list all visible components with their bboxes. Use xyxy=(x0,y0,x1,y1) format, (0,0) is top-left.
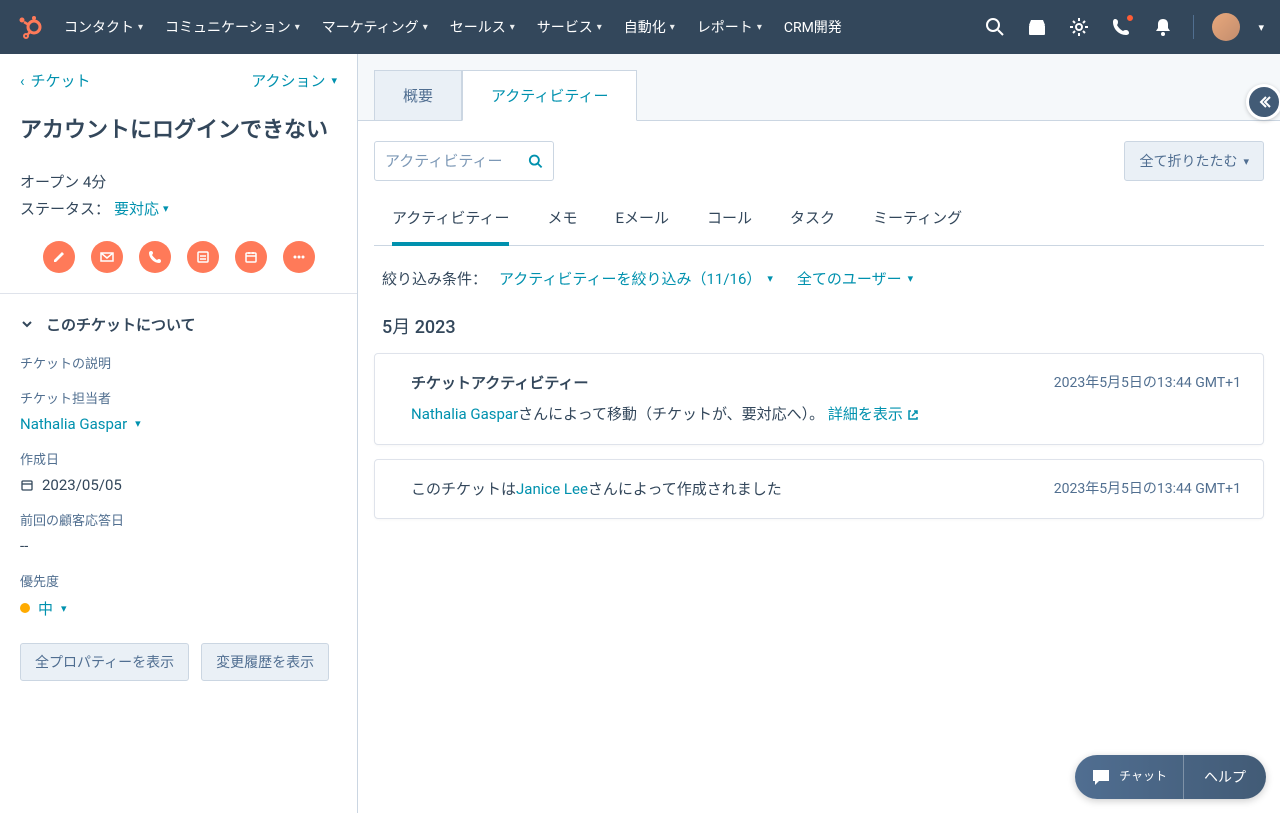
activity-card: このチケットはJanice Leeさんによって作成されました 2023年5月5日… xyxy=(374,459,1264,520)
filter-users-dropdown[interactable]: 全てのユーザー▾ xyxy=(797,268,913,289)
schedule-button[interactable] xyxy=(235,241,267,273)
user-avatar[interactable] xyxy=(1212,13,1240,41)
subtab-activity[interactable]: アクティビティー xyxy=(392,193,509,246)
actions-dropdown[interactable]: アクション▾ xyxy=(251,70,337,91)
filter-activity-dropdown[interactable]: アクティビティーを絞り込み（11/16）▾ xyxy=(499,268,773,289)
subtab-task[interactable]: タスク xyxy=(790,193,835,246)
activity-search[interactable] xyxy=(374,141,554,181)
help-button[interactable]: ヘルプ xyxy=(1184,767,1266,787)
owner-label: チケット担当者 xyxy=(20,388,337,407)
priority-value[interactable]: 中▾ xyxy=(20,598,337,619)
nav-automation[interactable]: 自動化▾ xyxy=(624,17,675,37)
help-widget: チャット ヘルプ xyxy=(1075,755,1266,799)
subtab-email[interactable]: Eメール xyxy=(615,193,669,246)
nav-contacts[interactable]: コンタクト▾ xyxy=(64,17,143,37)
lastreply-label: 前回の顧客応答日 xyxy=(20,510,337,529)
card-title: チケットアクティビティー xyxy=(397,372,588,393)
filter-label: 絞り込み条件： xyxy=(382,268,487,289)
settings-icon[interactable] xyxy=(1067,15,1091,39)
nav-right: ▾ xyxy=(983,13,1264,41)
nav-communication[interactable]: コミュニケーション▾ xyxy=(165,17,300,37)
collapse-all-button[interactable]: 全て折りたたむ▾ xyxy=(1124,141,1264,181)
status-dropdown[interactable]: 要対応▾ xyxy=(114,198,169,219)
call-button[interactable] xyxy=(139,241,171,273)
actor-link[interactable]: Nathalia Gaspar xyxy=(411,405,518,423)
tab-overview[interactable]: 概要 xyxy=(374,70,462,120)
nav-crm[interactable]: CRM開発 xyxy=(784,17,842,37)
back-to-tickets[interactable]: ‹チケット xyxy=(20,70,91,91)
chevron-down-icon xyxy=(20,317,34,331)
lastreply-value: -- xyxy=(20,537,337,555)
chat-button[interactable]: チャット xyxy=(1075,755,1184,799)
collapse-panel-button[interactable] xyxy=(1246,84,1280,120)
account-chevron-icon[interactable]: ▾ xyxy=(1258,21,1264,34)
log-button[interactable] xyxy=(187,241,219,273)
email-button[interactable] xyxy=(91,241,123,273)
note-button[interactable] xyxy=(43,241,75,273)
hubspot-logo[interactable] xyxy=(16,13,44,41)
external-link-icon xyxy=(907,409,919,421)
subtab-meeting[interactable]: ミーティング xyxy=(873,193,962,246)
ticket-title: アカウントにログインできない xyxy=(20,115,337,147)
priority-label: 優先度 xyxy=(20,571,337,590)
section-about-ticket[interactable]: このチケットについて xyxy=(20,314,337,335)
notification-icon[interactable] xyxy=(1151,15,1175,39)
open-duration: オープン 4分 xyxy=(20,171,337,192)
status-row: ステータス： 要対応▾ xyxy=(20,198,337,219)
view-all-properties-button[interactable]: 全プロパティーを表示 xyxy=(20,643,189,681)
activity-card: チケットアクティビティー 2023年5月5日の13:44 GMT+1 Natha… xyxy=(374,353,1264,445)
actor-link[interactable]: Janice Lee xyxy=(516,480,588,498)
calendar-icon xyxy=(20,478,34,492)
phone-icon[interactable] xyxy=(1109,15,1133,39)
nav-sales[interactable]: セールス▾ xyxy=(450,17,515,37)
chat-icon xyxy=(1091,767,1111,787)
nav-report[interactable]: レポート▾ xyxy=(697,17,762,37)
marketplace-icon[interactable] xyxy=(1025,15,1049,39)
nav-items: コンタクト▾ コミュニケーション▾ マーケティング▾ セールス▾ サービス▾ 自… xyxy=(64,17,983,37)
card-body: Nathalia Gasparさんによって移動（チケットが、要対応へ）。 詳細を… xyxy=(397,403,1241,426)
priority-dot-icon xyxy=(20,603,30,613)
card-timestamp: 2023年5月5日の13:44 GMT+1 xyxy=(1054,478,1241,501)
details-link[interactable]: 詳細を表示 xyxy=(828,405,919,423)
subtab-notes[interactable]: メモ xyxy=(547,193,577,246)
view-history-button[interactable]: 変更履歴を表示 xyxy=(201,643,329,681)
tab-activity[interactable]: アクティビティー xyxy=(462,70,637,121)
content: 概要 アクティビティー 全て折りたたむ▾ アクティビティー メモ Eメール コー… xyxy=(358,54,1280,813)
nav-marketing[interactable]: マーケティング▾ xyxy=(322,17,428,37)
nav-service[interactable]: サービス▾ xyxy=(537,17,602,37)
card-body: このチケットはJanice Leeさんによって作成されました xyxy=(397,478,782,501)
top-navigation: コンタクト▾ コミュニケーション▾ マーケティング▾ セールス▾ サービス▾ 自… xyxy=(0,0,1280,54)
sidebar: ‹チケット アクション▾ アカウントにログインできない オープン 4分 ステータ… xyxy=(0,54,358,813)
owner-value[interactable]: Nathalia Gaspar▾ xyxy=(20,415,337,433)
desc-label: チケットの説明 xyxy=(20,353,337,372)
search-icon[interactable] xyxy=(983,15,1007,39)
activity-search-input[interactable] xyxy=(385,153,528,170)
search-icon xyxy=(528,153,543,169)
created-value: 2023/05/05 xyxy=(20,476,337,494)
card-timestamp: 2023年5月5日の13:44 GMT+1 xyxy=(1054,372,1241,393)
month-group-label: 5月 2023 xyxy=(374,307,1264,353)
created-label: 作成日 xyxy=(20,449,337,468)
more-button[interactable] xyxy=(283,241,315,273)
subtab-call[interactable]: コール xyxy=(707,193,752,246)
